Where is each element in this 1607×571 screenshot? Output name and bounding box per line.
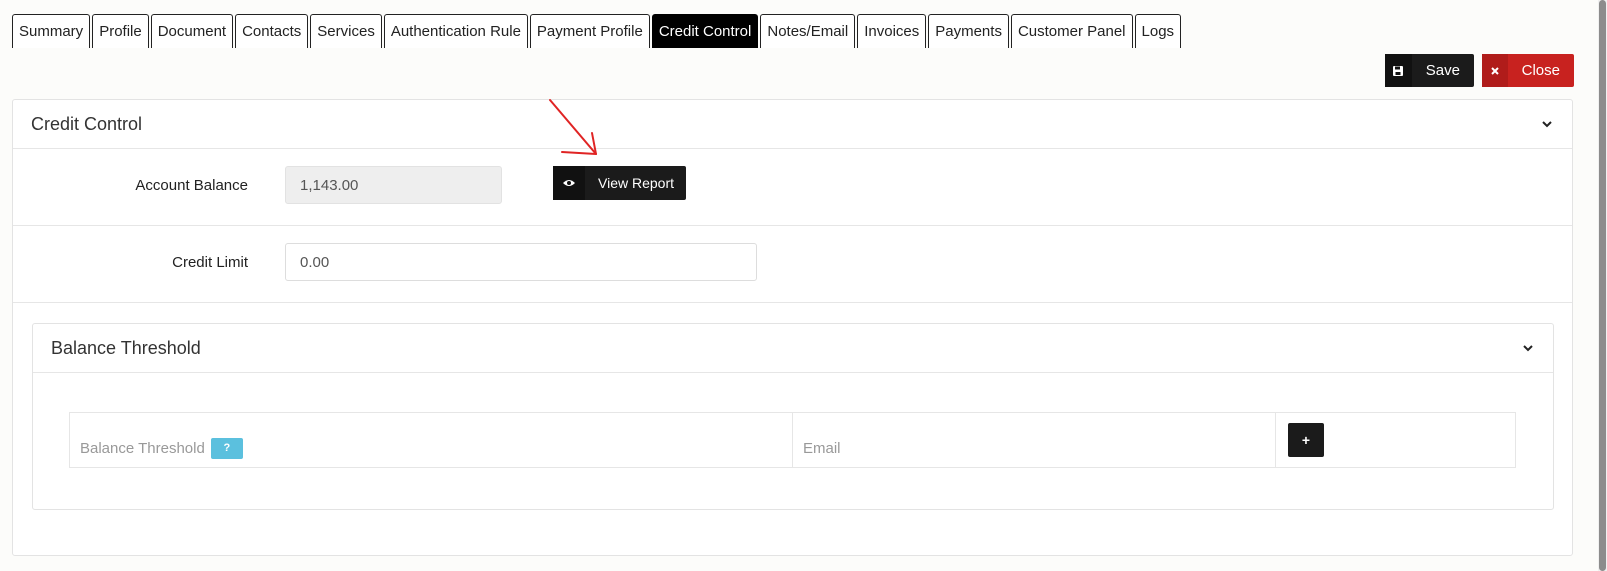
tab-payment-profile[interactable]: Payment Profile — [529, 14, 650, 48]
eye-icon — [553, 166, 585, 200]
page-scrollbar[interactable] — [1598, 0, 1607, 571]
add-cell: + — [1276, 413, 1515, 467]
credit-control-panel: Credit Control Account Balance View Repo… — [12, 99, 1573, 556]
credit-limit-field[interactable] — [285, 243, 757, 281]
floppy-disk-icon — [1385, 54, 1412, 87]
view-report-button[interactable]: View Report — [553, 166, 686, 200]
close-button[interactable]: Close — [1482, 54, 1574, 87]
help-badge[interactable]: ? — [210, 437, 243, 459]
close-label: Close — [1521, 62, 1560, 79]
threshold-placeholder: Balance Threshold — [80, 439, 205, 457]
balance-threshold-title: Balance Threshold — [51, 337, 201, 358]
tab-authentication-rule[interactable]: Authentication Rule — [383, 14, 528, 48]
chevron-down-icon[interactable] — [1521, 341, 1535, 355]
email-cell[interactable]: Email — [793, 413, 1276, 467]
panel-title: Credit Control — [31, 113, 143, 134]
chevron-down-icon[interactable] — [1540, 117, 1554, 131]
tab-customer-panel[interactable]: Customer Panel — [1010, 14, 1133, 48]
account-balance-label: Account Balance — [135, 177, 248, 194]
email-placeholder: Email — [803, 439, 841, 457]
annotation-arrow-icon — [549, 99, 597, 155]
tab-credit-control[interactable]: Credit Control — [651, 14, 759, 48]
tab-document[interactable]: Document — [150, 14, 234, 48]
account-balance-field — [285, 166, 502, 204]
add-threshold-button[interactable]: + — [1288, 423, 1324, 457]
balance-threshold-panel: Balance Threshold Balance Threshold ? Em… — [32, 323, 1554, 510]
scrollbar-thumb[interactable] — [1599, 0, 1606, 571]
credit-limit-label: Credit Limit — [172, 254, 248, 271]
tab-notes-email[interactable]: Notes/Email — [760, 14, 856, 48]
credit-limit-row: Credit Limit — [13, 226, 1572, 303]
close-icon — [1482, 54, 1508, 87]
tab-logs[interactable]: Logs — [1134, 14, 1182, 48]
tab-invoices[interactable]: Invoices — [857, 14, 927, 48]
save-label: Save — [1425, 62, 1460, 79]
balance-threshold-header[interactable]: Balance Threshold — [33, 324, 1553, 373]
tab-summary[interactable]: Summary — [12, 14, 91, 48]
tab-services[interactable]: Services — [310, 14, 382, 48]
view-report-label: View Report — [598, 175, 675, 191]
balance-threshold-table: Balance Threshold ? Email + — [69, 412, 1516, 468]
save-button[interactable]: Save — [1385, 54, 1474, 87]
threshold-cell[interactable]: Balance Threshold ? — [70, 413, 793, 467]
tab-payments[interactable]: Payments — [928, 14, 1009, 48]
account-balance-row: Account Balance View Report — [13, 149, 1572, 226]
tab-contacts[interactable]: Contacts — [235, 14, 309, 48]
credit-control-header[interactable]: Credit Control — [13, 100, 1572, 149]
tab-bar: Summary Profile Document Contacts Servic… — [12, 14, 1182, 48]
tab-profile[interactable]: Profile — [92, 14, 149, 48]
